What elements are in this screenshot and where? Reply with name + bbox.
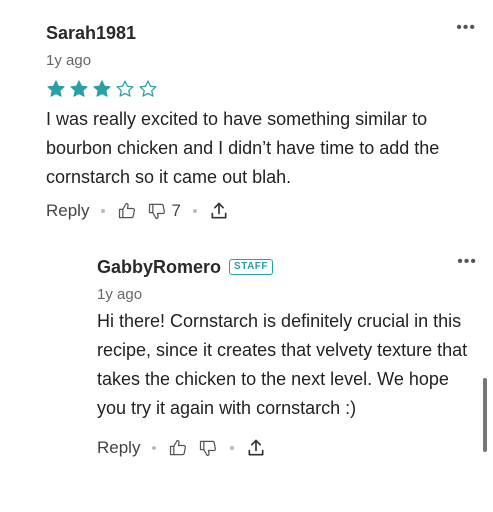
staff-badge: STAFF — [229, 259, 274, 275]
thumbs-down-icon[interactable] — [147, 201, 167, 221]
comment-header: Sarah1981 — [46, 22, 476, 44]
comment-body: Hi there! Cornstarch is definitely cruci… — [97, 311, 468, 418]
comment-author[interactable]: Sarah1981 — [46, 23, 136, 44]
comment-actions: Reply 7 — [46, 200, 476, 222]
scrollbar[interactable] — [483, 378, 487, 452]
comment: Sarah1981 ••• 1y ago I was really excite… — [46, 20, 476, 222]
comment-actions: Reply — [97, 437, 477, 459]
separator-dot — [192, 209, 197, 213]
comment-timestamp: 1y ago — [97, 286, 143, 303]
star-icon — [47, 80, 65, 97]
separator-dot — [230, 446, 235, 450]
more-options-icon[interactable]: ••• — [457, 254, 477, 270]
thumbs-up-icon[interactable] — [168, 438, 188, 458]
comment-body: I was really excited to have something s… — [46, 109, 440, 187]
share-icon[interactable] — [246, 438, 266, 458]
separator-dot — [152, 446, 157, 450]
star-outline-icon — [139, 80, 157, 97]
more-options-icon[interactable]: ••• — [456, 20, 476, 36]
star-outline-icon — [116, 80, 134, 97]
comment-timestamp: 1y ago — [46, 52, 92, 69]
reply-button[interactable]: Reply — [97, 438, 140, 458]
reply-button[interactable]: Reply — [46, 201, 89, 221]
star-icon — [70, 80, 88, 97]
dislike-count: 7 — [171, 201, 181, 220]
separator-dot — [101, 209, 106, 213]
reply-comment: GabbyRomero STAFF ••• 1y ago Hi there! C… — [97, 254, 477, 459]
share-icon[interactable] — [209, 201, 229, 221]
star-rating — [46, 79, 476, 99]
comment-header: GabbyRomero STAFF — [97, 256, 477, 278]
comment-author[interactable]: GabbyRomero — [97, 257, 221, 278]
thumbs-up-icon[interactable] — [117, 201, 137, 221]
star-icon — [93, 80, 111, 97]
thumbs-down-icon[interactable] — [198, 438, 218, 458]
